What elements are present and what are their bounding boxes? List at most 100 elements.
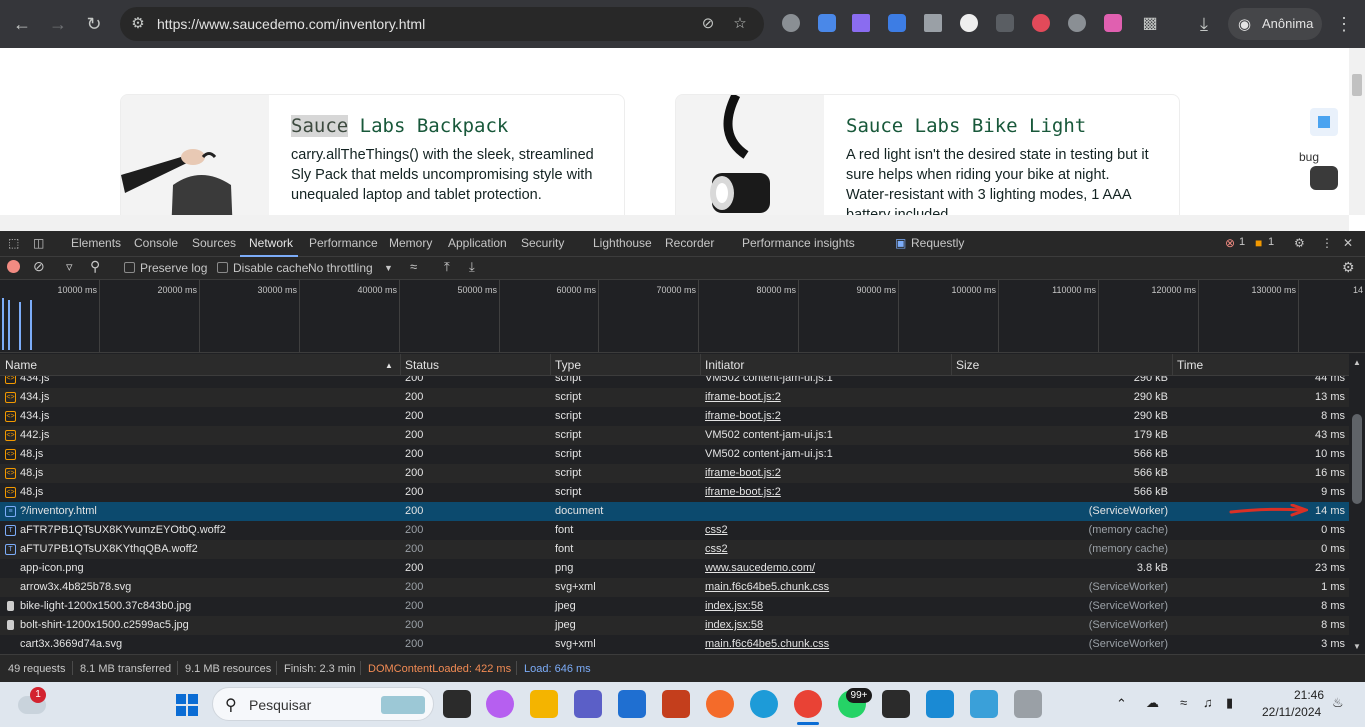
request-name[interactable]: 48.js	[20, 448, 43, 460]
address-bar[interactable]: ⚙ https://www.saucedemo.com/inventory.ht…	[120, 7, 764, 41]
network-request-row[interactable]: <> 48.js 200 script VM502 content-jam-ui.js:…	[0, 445, 1349, 464]
show-hidden-icons-chevron-icon[interactable]: ⌃	[1116, 696, 1127, 712]
request-initiator-link[interactable]: css2	[705, 543, 728, 555]
product-image[interactable]	[676, 95, 824, 231]
taskbar-search[interactable]: ⚲ Pesquisar	[212, 687, 434, 721]
battery-icon[interactable]: ▮	[1226, 695, 1233, 711]
request-name[interactable]: bike-light-1200x1500.37c843b0.jpg	[20, 600, 191, 612]
extension-icon[interactable]	[1068, 14, 1086, 32]
network-vpn-icon[interactable]: ☁	[1146, 695, 1159, 711]
network-request-row[interactable]: <> 434.js 200 script iframe-boot.js:2 290 kB 1…	[0, 388, 1349, 407]
request-name[interactable]: ?/inventory.html	[20, 505, 97, 517]
windows-start-icon[interactable]	[176, 694, 198, 716]
filter-icon[interactable]: ▿	[66, 259, 73, 275]
request-name[interactable]: 434.js	[20, 376, 49, 384]
bookmark-star-icon[interactable]: ☆	[730, 14, 750, 34]
network-request-row[interactable]: arrow3x.4b825b78.svg 200 svg+xml main.f6c64…	[0, 578, 1349, 597]
request-name[interactable]: aFTR7PB1QTsUX8KYvumzEYOtbQ.woff2	[20, 524, 226, 536]
extension-icon[interactable]	[782, 14, 800, 32]
tab-requestly[interactable]: Requestly	[911, 236, 964, 250]
clear-icon[interactable]: ⊘	[33, 258, 45, 275]
request-name[interactable]: cart3x.3669d74a.svg	[20, 638, 122, 650]
tab-performance[interactable]: Performance	[309, 236, 378, 250]
request-initiator-link[interactable]: css2	[705, 524, 728, 536]
request-name[interactable]: 434.js	[20, 391, 49, 403]
extension-icon[interactable]	[888, 14, 906, 32]
more-options-icon[interactable]: ⋮	[1321, 236, 1333, 250]
copilot-icon[interactable]	[486, 690, 514, 718]
device-toolbar-icon[interactable]: ◫	[33, 236, 44, 250]
column-initiator-header[interactable]: Initiator	[705, 358, 744, 372]
request-initiator-link[interactable]: iframe-boot.js:2	[705, 486, 781, 498]
terminal-icon[interactable]	[882, 690, 910, 718]
extension-icon[interactable]	[818, 14, 836, 32]
search-icon[interactable]: ⚲	[90, 258, 100, 275]
powerpoint-icon[interactable]	[662, 690, 690, 718]
request-initiator-link[interactable]: index.jsx:58	[705, 619, 763, 631]
chevron-down-icon[interactable]: ▼	[384, 263, 393, 273]
bug-label[interactable]: bug	[1299, 150, 1319, 164]
close-devtools-icon[interactable]: ✕	[1343, 236, 1353, 250]
error-icon[interactable]: ⊗	[1225, 236, 1235, 250]
tab-sources[interactable]: Sources	[192, 236, 236, 250]
request-name[interactable]: aFTU7PB1QTsUX8KYthqQBA.woff2	[20, 543, 198, 555]
request-name[interactable]: 48.js	[20, 486, 43, 498]
disable-cache-checkbox[interactable]	[217, 262, 228, 273]
forward-icon[interactable]: →	[44, 10, 72, 38]
request-initiator-link[interactable]: iframe-boot.js:2	[705, 391, 781, 403]
disable-cache-label[interactable]: Disable cache	[233, 261, 308, 275]
request-initiator-link[interactable]: main.f6c64be5.chunk.css	[705, 638, 829, 650]
request-initiator-link[interactable]: iframe-boot.js:2	[705, 467, 781, 479]
network-conditions-icon[interactable]: ≈	[410, 259, 417, 274]
network-request-row[interactable]: <> 442.js 200 script VM502 content-jam-ui.js…	[0, 426, 1349, 445]
tab-lighthouse[interactable]: Lighthouse	[593, 236, 652, 250]
request-name[interactable]: app-icon.png	[20, 562, 84, 574]
tab-security[interactable]: Security	[521, 236, 564, 250]
extension-icon[interactable]	[960, 14, 978, 32]
network-request-row[interactable]: TaFTR7PB1QTsUX8KYvumzEYOtbQ.woff2 200 font…	[0, 521, 1349, 540]
tab-network[interactable]: Network	[249, 236, 293, 250]
tab-performance-insights[interactable]: Performance insights	[742, 236, 855, 250]
product-image[interactable]	[121, 95, 269, 231]
request-name[interactable]: 434.js	[20, 410, 49, 422]
export-har-icon[interactable]: ⤓	[469, 259, 475, 275]
extension-icon[interactable]	[924, 14, 942, 32]
notepad-icon[interactable]	[970, 690, 998, 718]
edge-icon[interactable]	[750, 690, 778, 718]
app-icon[interactable]	[706, 690, 734, 718]
record-stop-icon[interactable]	[7, 260, 20, 273]
file-explorer-icon[interactable]	[530, 690, 558, 718]
download-icon[interactable]: ⤓	[1190, 10, 1218, 38]
network-request-row[interactable]: <> 48.js 200 script iframe-boot.js:2 566 kB 16…	[0, 464, 1349, 483]
warning-icon[interactable]: ■	[1255, 236, 1262, 250]
store-icon[interactable]	[618, 690, 646, 718]
network-request-row[interactable]: TaFTU7PB1QTsUX8KYthqQBA.woff2 200 font css2…	[0, 540, 1349, 559]
task-view-icon[interactable]	[443, 690, 471, 718]
request-initiator-link[interactable]: iframe-boot.js:2	[705, 410, 781, 422]
inspect-element-icon[interactable]: ⬚	[8, 236, 19, 250]
teams-icon[interactable]	[574, 690, 602, 718]
snipping-tool-icon[interactable]	[1014, 690, 1042, 718]
product-title-link[interactable]: Sauce Labs Backpack	[291, 115, 508, 137]
page-horizontal-scrollbar[interactable]	[0, 215, 1349, 231]
tab-application[interactable]: Application	[448, 236, 507, 250]
reload-icon[interactable]: ↻	[80, 10, 108, 38]
error-count[interactable]: 1	[1239, 236, 1245, 248]
network-request-row[interactable]: cart3x.3669d74a.svg 200 svg+xml main.f6c64b…	[0, 635, 1349, 654]
network-request-row[interactable]: bolt-shirt-1200x1500.c2599ac5.jpg 200 jpeg…	[0, 616, 1349, 635]
column-time-header[interactable]: Time	[1177, 358, 1203, 372]
volume-icon[interactable]: ♫	[1203, 695, 1213, 710]
extension-widget-icon[interactable]	[1310, 108, 1338, 136]
page-vertical-scrollbar[interactable]	[1349, 48, 1365, 215]
column-name-header[interactable]: Name	[5, 358, 37, 372]
clock-time[interactable]: 21:46	[1294, 688, 1324, 702]
extension-icon[interactable]	[1032, 14, 1050, 32]
network-request-row[interactable]: app-icon.png 200 png www.saucedemo.com/3.8 …	[0, 559, 1349, 578]
vscode-icon[interactable]	[926, 690, 954, 718]
back-icon[interactable]: ←	[8, 10, 36, 38]
warning-count[interactable]: 1	[1268, 236, 1274, 248]
bug-widget-icon[interactable]	[1310, 166, 1338, 190]
notifications-bell-icon[interactable]: ♨	[1332, 695, 1344, 711]
sort-ascending-icon[interactable]: ▲	[385, 361, 393, 370]
column-status-header[interactable]: Status	[405, 358, 439, 372]
